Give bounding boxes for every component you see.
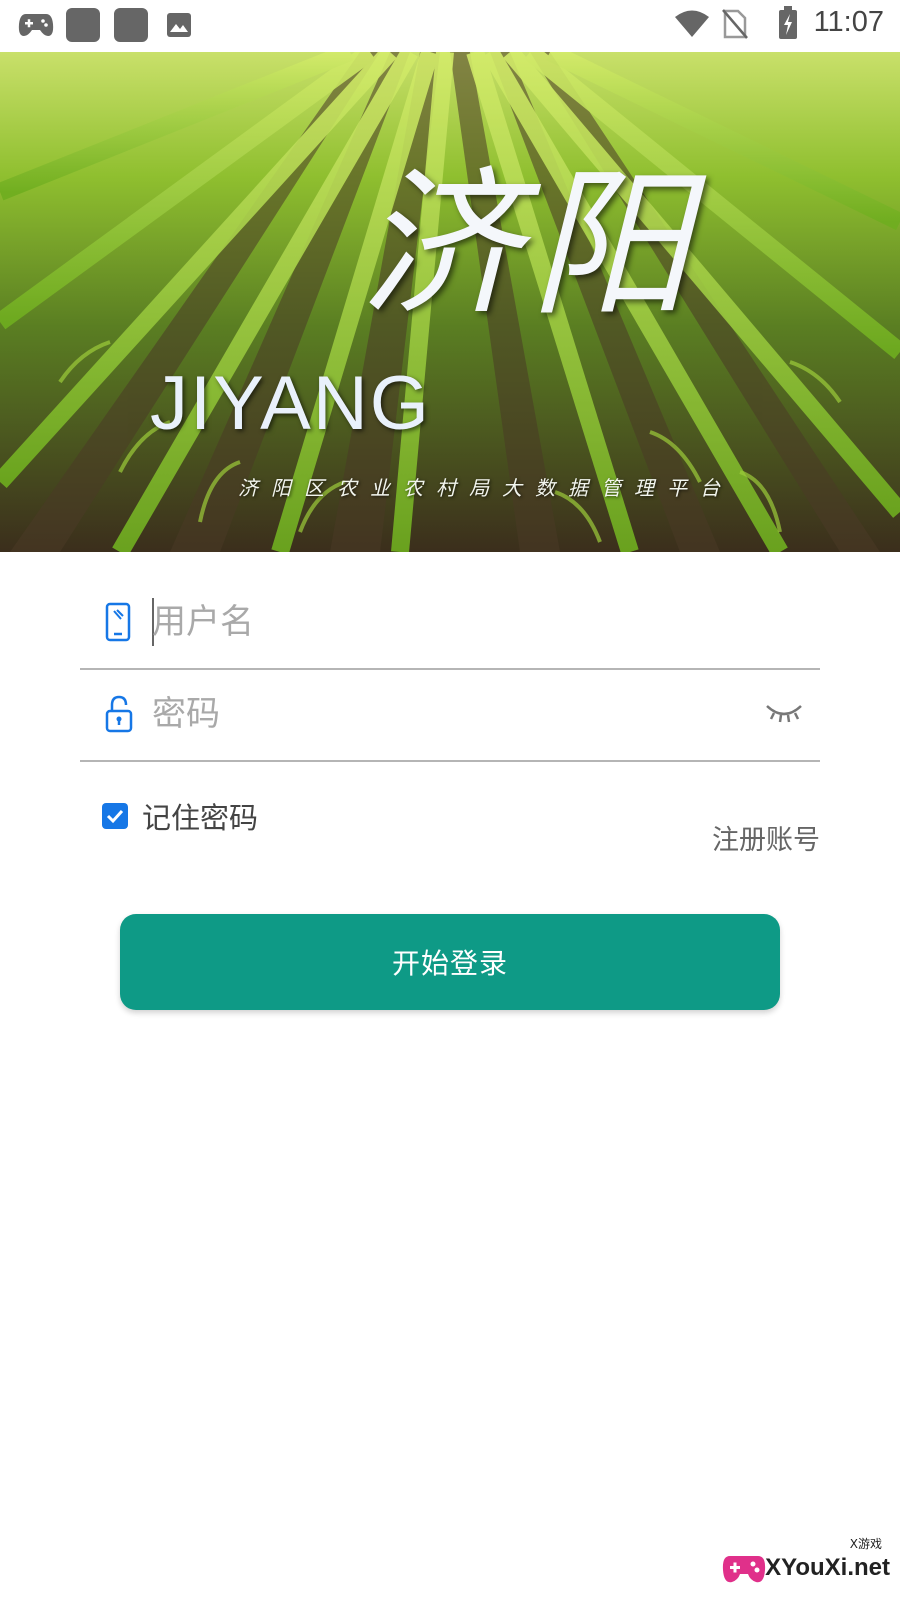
remember-password-label: 记住密码 [142, 801, 259, 835]
battery-charging-icon [779, 6, 797, 39]
watermark-text: XYouXi.net [765, 1554, 890, 1581]
username-field[interactable] [80, 580, 820, 670]
clock: 11:07 [813, 6, 884, 38]
username-input[interactable] [152, 594, 732, 650]
gamepad-icon [18, 14, 54, 36]
remember-password-row[interactable]: 记住密码 [102, 798, 259, 835]
password-input[interactable] [152, 686, 732, 742]
phone-icon [105, 602, 131, 642]
wifi-icon [675, 10, 709, 37]
app-square-icon [66, 8, 100, 42]
register-account-link[interactable]: 注册账号 [712, 818, 820, 857]
start-login-button[interactable]: 开始登录 [120, 914, 780, 1010]
watermark-sub: X游戏 [849, 1537, 882, 1551]
eye-closed-icon[interactable] [764, 698, 804, 724]
remember-password-checkbox[interactable] [102, 803, 128, 829]
logo-latin-text: JIYANG [150, 361, 431, 446]
image-icon [167, 13, 191, 37]
unlock-icon [105, 695, 133, 733]
banner-subtitle: 济阳区农业农村局大数据管理平台 [238, 476, 733, 500]
logo-script-text: 济阳 [360, 151, 701, 338]
status-bar: 11:07 [0, 0, 900, 52]
password-field[interactable] [80, 672, 820, 762]
no-sim-icon [722, 9, 748, 39]
banner-image: 济阳 JIYANG 济阳区农业农村局大数据管理平台 [0, 52, 900, 552]
watermark: X游戏 XYouXi.net [722, 1532, 892, 1592]
gamepad-logo-icon [722, 1556, 766, 1583]
app-square-icon [114, 8, 148, 42]
checkmark-icon [106, 809, 124, 824]
